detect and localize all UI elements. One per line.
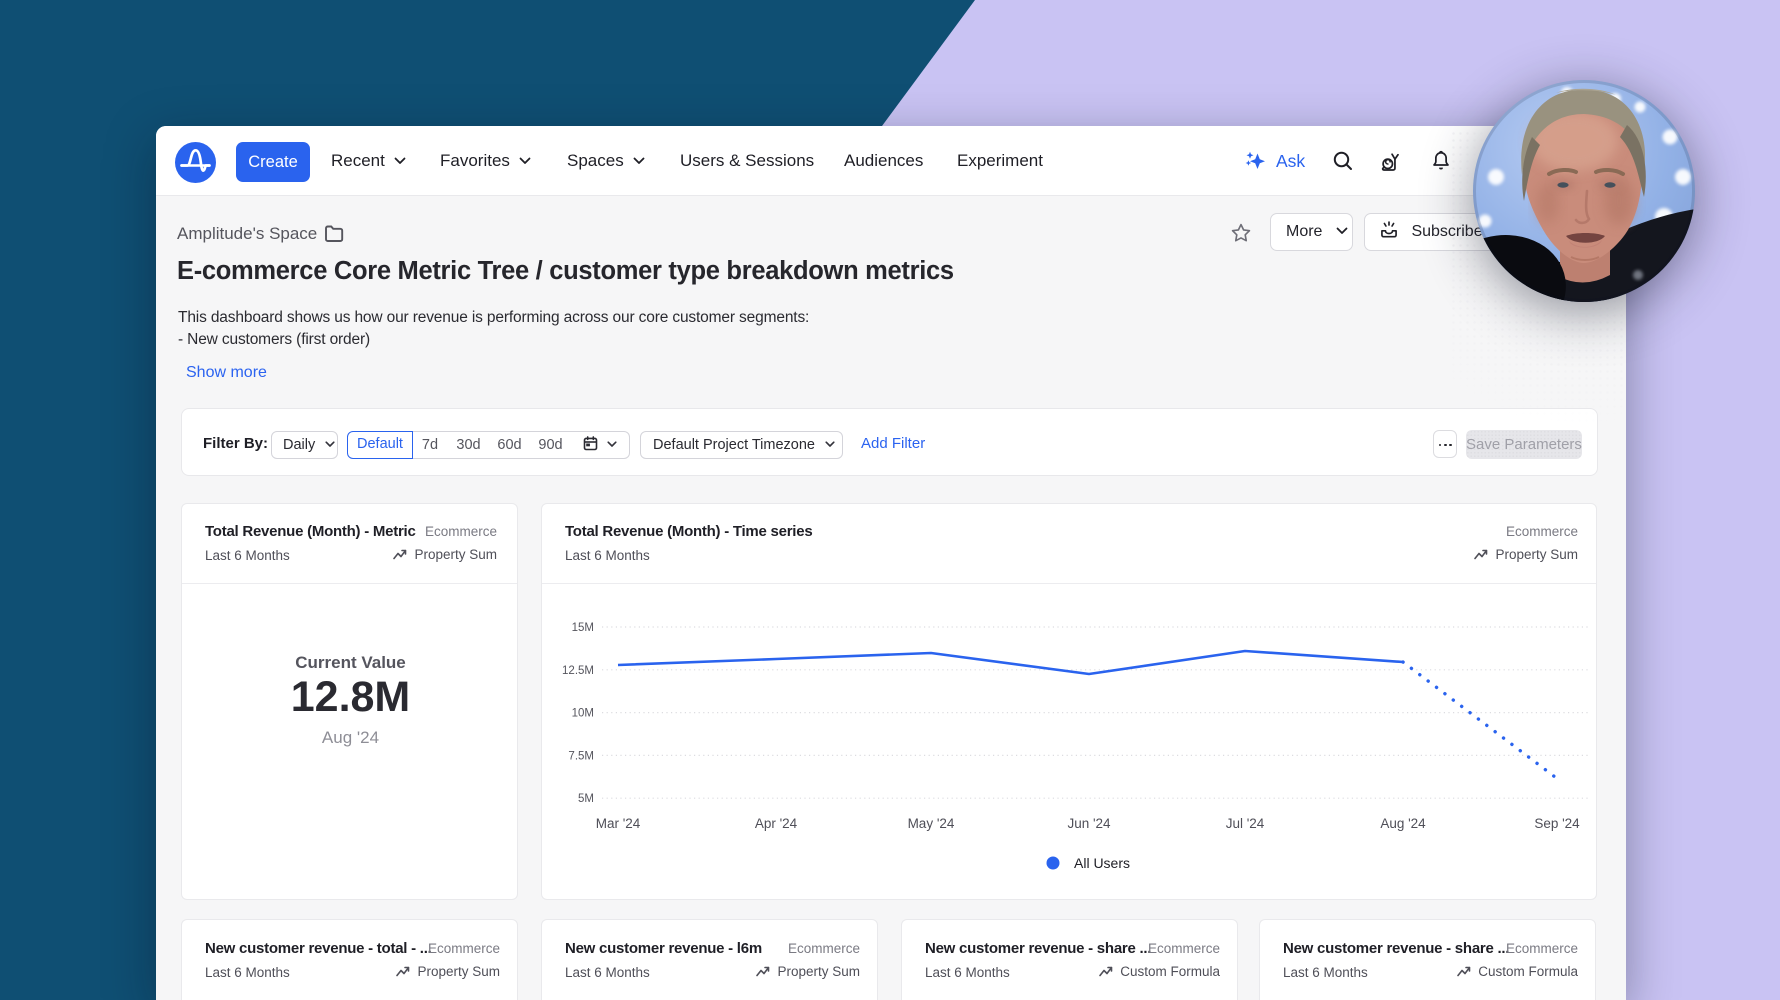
svg-text:5M: 5M: [578, 793, 594, 805]
svg-text:All Users: All Users: [1074, 855, 1130, 871]
svg-text:Sep '24: Sep '24: [1534, 816, 1580, 831]
svg-text:Jun '24: Jun '24: [1067, 816, 1111, 831]
svg-text:Jul '24: Jul '24: [1226, 816, 1265, 831]
svg-text:Apr '24: Apr '24: [755, 816, 798, 831]
svg-text:Aug '24: Aug '24: [1380, 816, 1426, 831]
svg-text:12.5M: 12.5M: [562, 665, 594, 677]
svg-text:7.5M: 7.5M: [568, 750, 594, 762]
svg-text:May '24: May '24: [908, 816, 955, 831]
svg-text:15M: 15M: [572, 622, 594, 634]
svg-text:10M: 10M: [572, 708, 594, 720]
svg-text:Mar '24: Mar '24: [596, 816, 641, 831]
